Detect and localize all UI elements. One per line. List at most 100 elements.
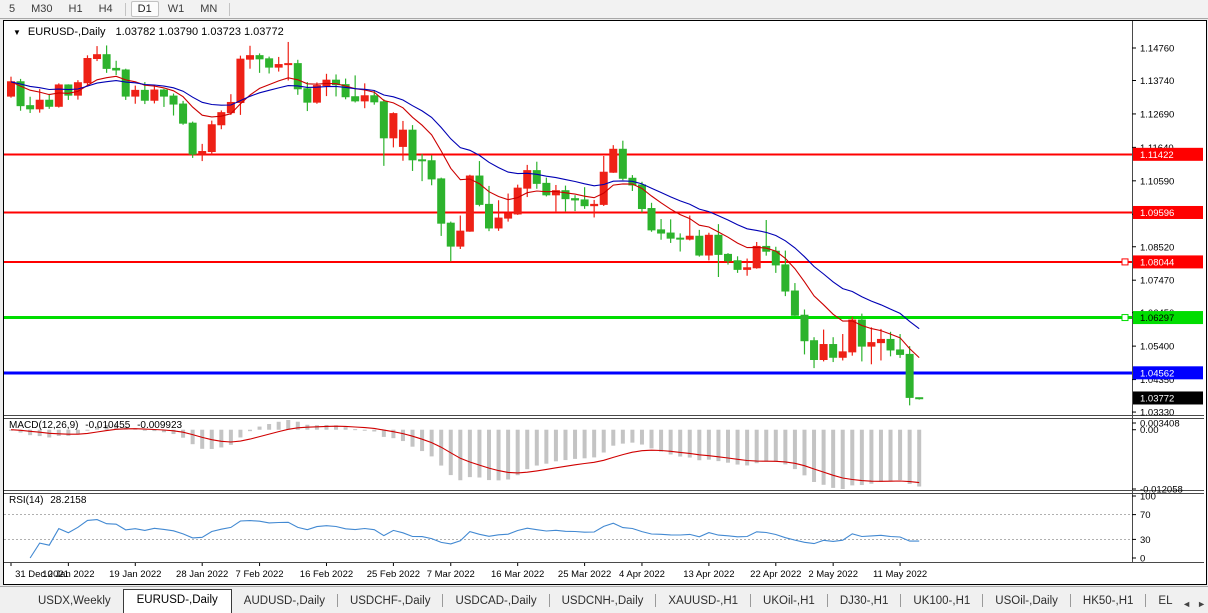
candle-body (113, 68, 120, 70)
timeframe-toolbar: 5M30H1H4 D1W1MN (0, 0, 1208, 19)
candle-body (151, 90, 158, 100)
macd-value-signal: -0.009923 (137, 420, 182, 431)
candle-body (916, 398, 923, 399)
date-axis: 31 Dec 202110 Jan 202219 Jan 202228 Jan … (11, 563, 927, 580)
tab-xauusd-h1[interactable]: XAUUSD-,H1 (656, 591, 750, 613)
period-button-m30[interactable]: M30 (24, 1, 59, 17)
date-tick-label: 4 Apr 2022 (619, 569, 665, 580)
trading-app: { "toolbar": {"periods": ["5","M30","H1"… (0, 0, 1208, 613)
tab-ukoil-h1[interactable]: UKOil-,H1 (751, 591, 827, 613)
macd-bar (869, 430, 873, 484)
rsi-line (30, 520, 919, 558)
candle-body (514, 188, 521, 214)
macd-bar (497, 430, 501, 481)
date-tick-label: 19 Jan 2022 (109, 569, 161, 580)
period-button-mn[interactable]: MN (193, 1, 224, 17)
candle-body (447, 223, 454, 246)
candle-body (94, 55, 101, 59)
price-tick-label: 1.13740 (1140, 76, 1174, 87)
macd-bar (592, 430, 596, 458)
chart-title: ▼ EURUSD-,Daily 1.03782 1.03790 1.03723 … (13, 26, 284, 38)
macd-bar (554, 430, 558, 462)
macd-bar (248, 430, 252, 431)
price-tick-label: 1.07470 (1140, 276, 1174, 287)
level-badge-1.09596-label: 1.09596 (1140, 208, 1174, 219)
candle-body (820, 345, 827, 360)
rsi-tick-label: 100 (1140, 492, 1156, 503)
period-button-w1[interactable]: W1 (161, 1, 192, 17)
level-badge-1.08044-label: 1.08044 (1140, 257, 1174, 268)
candle-body (371, 96, 378, 102)
tab-uk100-h1[interactable]: UK100-,H1 (901, 591, 982, 613)
macd-bar (583, 430, 587, 459)
tab-usdchf-daily[interactable]: USDCHF-,Daily (338, 591, 443, 613)
tab-usdx-weekly[interactable]: USDX,Weekly (26, 591, 123, 613)
macd-bar (917, 430, 921, 487)
macd-bar (344, 427, 348, 430)
macd-bar (774, 430, 778, 462)
tab-usdcad-daily[interactable]: USDCAD-,Daily (443, 591, 548, 613)
candle-body (648, 209, 655, 230)
candle-body (572, 199, 579, 200)
tab-eurusd-daily[interactable]: EURUSD-,Daily (123, 589, 232, 613)
macd-bar (650, 430, 654, 449)
date-tick-label: 25 Mar 2022 (558, 569, 611, 580)
period-button-h4[interactable]: H4 (92, 1, 120, 17)
candle-body (581, 200, 588, 206)
chart-window[interactable]: 1.147601.137401.126901.116401.105901.095… (3, 20, 1207, 585)
tab-hk50-h1[interactable]: HK50-,H1 (1071, 591, 1146, 613)
candle-body (753, 246, 760, 267)
toolbar-separator (229, 3, 230, 16)
candle-body (715, 235, 722, 254)
price-tick-label: 1.14760 (1140, 44, 1174, 55)
candle-body (849, 320, 856, 352)
macd-bar (200, 430, 204, 449)
macd-bar (219, 430, 223, 448)
candle-body (361, 96, 368, 101)
rsi-tick-label: 30 (1140, 535, 1151, 546)
candlestick-layer (8, 42, 923, 405)
period-button-5[interactable]: 5 (2, 1, 22, 17)
macd-indicator-label: MACD(12,26,9) -0.010455 -0.009923 (9, 420, 182, 431)
macd-bar (783, 430, 787, 465)
tab-audusd-daily[interactable]: AUDUSD-,Daily (232, 591, 337, 613)
macd-axis: 0.0034080.00-0.012058 (1132, 419, 1183, 496)
level-line-handle[interactable] (1122, 315, 1128, 321)
macd-bar (411, 430, 415, 447)
period-button-h1[interactable]: H1 (62, 1, 90, 17)
candle-body (247, 56, 254, 60)
tab-scroll-left-button[interactable]: ◄ (1182, 599, 1191, 609)
candle-body (658, 230, 665, 233)
candle-body (237, 59, 244, 102)
macd-bar (621, 430, 625, 444)
candle-body (199, 152, 206, 155)
level-line-handle[interactable] (1122, 259, 1128, 265)
candle-body (677, 238, 684, 239)
tab-scroll-right-button[interactable]: ► (1197, 599, 1206, 609)
period-button-d1[interactable]: D1 (131, 1, 159, 17)
macd-bar (191, 430, 195, 444)
macd-bar (363, 430, 367, 431)
macd-bar (697, 430, 701, 461)
macd-bar (238, 430, 242, 438)
candle-body (734, 261, 741, 270)
tab-usoil-daily[interactable]: USOil-,Daily (983, 591, 1070, 613)
level-lines-layer[interactable] (4, 154, 1132, 372)
date-tick-label: 11 May 2022 (873, 569, 927, 580)
macd-bar (860, 430, 864, 485)
macd-bar (630, 430, 634, 443)
candle-body (839, 352, 846, 357)
rsi-tick-label: 0 (1140, 554, 1145, 565)
candle-body (160, 90, 167, 96)
candle-body (399, 130, 406, 146)
macd-bar (372, 430, 376, 432)
candle-body (27, 106, 34, 109)
date-tick-label: 7 Feb 2022 (236, 569, 284, 580)
rsi-value: 28.2158 (50, 495, 86, 506)
candle-body (906, 354, 913, 397)
candle-body (419, 160, 426, 161)
candle-body (294, 64, 301, 89)
tab-usdcnh-daily[interactable]: USDCNH-,Daily (550, 591, 656, 613)
tab-dj30-h1[interactable]: DJ30-,H1 (828, 591, 901, 613)
chart-canvas[interactable]: 1.147601.137401.126901.116401.105901.095… (4, 21, 1204, 582)
